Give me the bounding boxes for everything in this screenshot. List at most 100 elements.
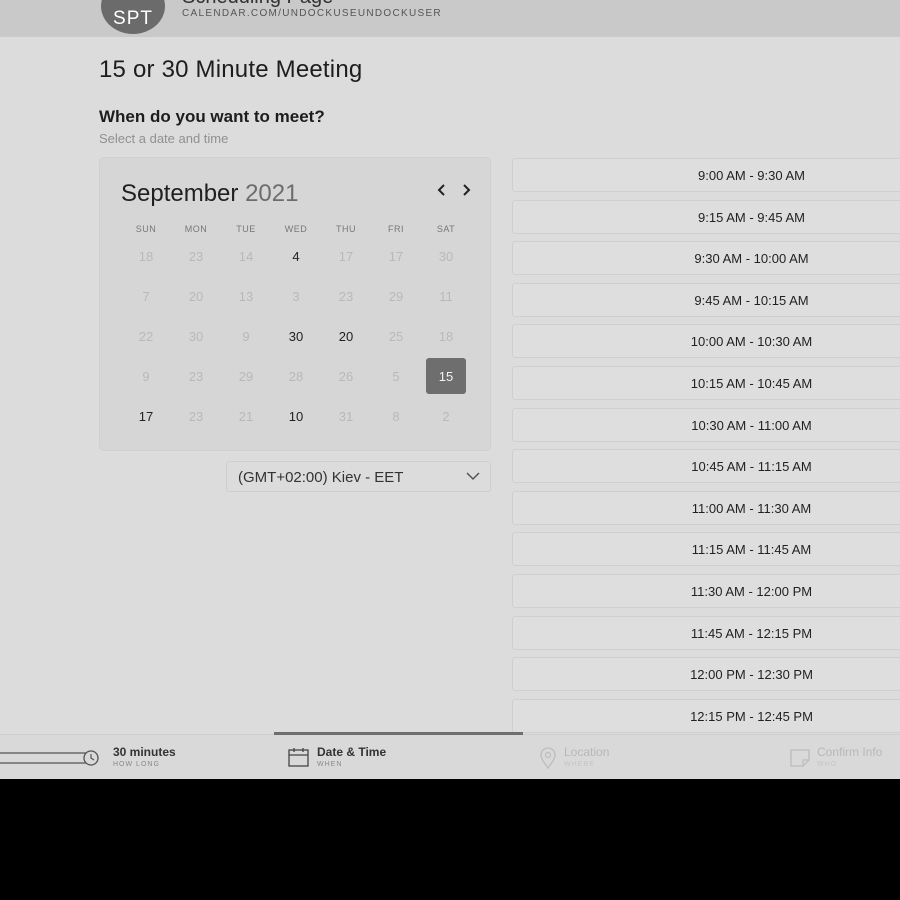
- timezone-select[interactable]: (GMT+02:00) Kiev - EET: [226, 461, 491, 492]
- chevron-right-icon: [463, 184, 471, 196]
- calendar-day[interactable]: 11: [426, 278, 466, 314]
- time-slot-label: 10:45 AM - 11:15 AM: [691, 459, 812, 475]
- step-duration[interactable]: 30 minutes HOW LONG: [0, 735, 200, 779]
- time-slot-button[interactable]: 10:45 AM - 11:15 AM: [512, 449, 900, 484]
- calendar-icon: [288, 748, 309, 767]
- calendar-day[interactable]: 20: [326, 318, 366, 354]
- chevron-left-icon: [437, 184, 445, 196]
- month-title: September 2021: [121, 180, 298, 208]
- time-slot-button[interactable]: 9:00 AM - 9:30 AM: [512, 158, 900, 192]
- weekday-label: SAT: [436, 224, 456, 234]
- timezone-value: (GMT+02:00) Kiev - EET: [238, 469, 404, 486]
- calendar-day[interactable]: 7: [126, 278, 166, 314]
- weekday-label: MON: [184, 224, 208, 234]
- calendar-day[interactable]: 23: [176, 238, 216, 274]
- selected-day[interactable]: 15: [426, 358, 466, 394]
- avatar: SPT: [101, 0, 165, 34]
- calendar-day[interactable]: 25: [376, 318, 416, 354]
- calendar-day[interactable]: 29: [226, 358, 266, 394]
- time-slot-label: 12:00 PM - 12:30 PM: [690, 667, 813, 683]
- time-slot-label: 9:30 AM - 10:00 AM: [694, 251, 809, 267]
- calendar-day[interactable]: 30: [176, 318, 216, 354]
- calendar-day[interactable]: 10: [276, 398, 316, 434]
- page-title: 15 or 30 Minute Meeting: [99, 56, 363, 83]
- calendar-day[interactable]: 17: [326, 238, 366, 274]
- step-location-label: Location: [564, 745, 610, 759]
- calendar-day[interactable]: 9: [226, 318, 266, 354]
- step-confirm-info-sub: WHO: [817, 761, 838, 768]
- calendar-day[interactable]: 28: [276, 358, 316, 394]
- location-pin-icon: [540, 747, 556, 769]
- calendar-day[interactable]: 9: [126, 358, 166, 394]
- step-duration-label: 30 minutes: [113, 745, 176, 759]
- calendar-day[interactable]: 8: [376, 398, 416, 434]
- time-slot-label: 10:00 AM - 10:30 AM: [690, 334, 813, 350]
- calendar-day[interactable]: 3: [276, 278, 316, 314]
- step-location-sub: WHERE: [564, 761, 596, 768]
- time-slot-label: 10:30 AM - 11:00 AM: [691, 417, 812, 433]
- calendar-day[interactable]: 21: [226, 398, 266, 434]
- calendar-day[interactable]: 2: [426, 398, 466, 434]
- time-slot-label: 11:15 AM - 11:45 AM: [691, 542, 812, 558]
- time-slot-button[interactable]: 12:00 PM - 12:30 PM: [512, 657, 900, 692]
- time-slot-button[interactable]: 11:45 AM - 12:15 PM: [512, 615, 900, 650]
- clock-icon: [0, 750, 99, 766]
- time-slot-label: 9:15 AM - 9:45 AM: [698, 209, 805, 225]
- header-bar: SPT Scheduling Page CALENDAR.COM/UNDOCKU…: [0, 0, 900, 37]
- time-slot-label: 11:30 AM - 12:00 PM: [690, 584, 813, 599]
- calendar-day[interactable]: 30: [276, 318, 316, 354]
- calendar-day[interactable]: 29: [376, 278, 416, 314]
- time-slot-button[interactable]: 9:30 AM - 10:00 AM: [512, 241, 900, 276]
- calendar-day[interactable]: 20: [176, 278, 216, 314]
- time-slot-button[interactable]: 10:30 AM - 11:00 AM: [512, 407, 900, 442]
- note-icon: [790, 749, 810, 767]
- weekday-label: TUE: [236, 224, 256, 234]
- date-picker: September 2021 SUN MON TUE WED THU FRI SAT 18 2…: [99, 157, 491, 451]
- weekday-label: THU: [336, 224, 356, 234]
- time-slot-label: 9:45 AM - 10:15 AM: [694, 292, 809, 308]
- calendar-day[interactable]: 23: [176, 358, 216, 394]
- step-date-time[interactable]: Date & Time WHEN: [286, 735, 486, 779]
- time-slot-button[interactable]: 11:15 AM - 11:45 AM: [512, 532, 900, 567]
- scheduling-app: SPT Scheduling Page CALENDAR.COM/UNDOCKU…: [0, 0, 900, 779]
- calendar-day[interactable]: 23: [176, 398, 216, 434]
- time-slot-label: 9:00 AM - 9:30 AM: [698, 168, 805, 183]
- page-url[interactable]: CALENDAR.COM/UNDOCKUSEUNDOCKUSER: [182, 8, 442, 19]
- calendar-day[interactable]: 18: [126, 238, 166, 274]
- calendar-day[interactable]: 18: [426, 318, 466, 354]
- step-bar: 30 minutes HOW LONG Date & Time WHEN Loc…: [0, 732, 900, 779]
- step-confirm-info[interactable]: Confirm Info WHO: [789, 735, 900, 779]
- step-date-time-sub: WHEN: [317, 761, 343, 768]
- weekday-label: FRI: [388, 224, 404, 234]
- time-slot-button[interactable]: 12:15 PM - 12:45 PM: [512, 698, 900, 733]
- weekday-label: SUN: [135, 224, 157, 234]
- section-subtitle: Select a date and time: [99, 131, 229, 146]
- calendar-day[interactable]: 17: [376, 238, 416, 274]
- time-slot-button[interactable]: 11:00 AM - 11:30 AM: [512, 490, 900, 525]
- calendar-day[interactable]: 4: [276, 238, 316, 274]
- calendar-day[interactable]: 14: [226, 238, 266, 274]
- step-duration-sub: HOW LONG: [113, 761, 160, 768]
- time-slot-button[interactable]: 11:30 AM - 12:00 PM: [512, 574, 900, 608]
- calendar-day[interactable]: 13: [226, 278, 266, 314]
- calendar-day[interactable]: 31: [326, 398, 366, 434]
- calendar-day[interactable]: 30: [426, 238, 466, 274]
- calendar-day[interactable]: 17: [126, 398, 166, 434]
- calendar-day[interactable]: 5: [376, 358, 416, 394]
- year: 2021: [245, 180, 299, 207]
- time-slot-label: 11:00 AM - 11:30 AM: [691, 500, 812, 516]
- time-slot-label: 11:45 AM - 12:15 PM: [690, 625, 813, 641]
- next-month-button[interactable]: [458, 182, 474, 198]
- previous-month-button[interactable]: [434, 182, 450, 198]
- time-slot-button[interactable]: 10:15 AM - 10:45 AM: [512, 366, 900, 400]
- step-location[interactable]: Location WHERE: [537, 735, 737, 779]
- step-confirm-info-label: Confirm Info: [817, 745, 883, 759]
- section-heading: When do you want to meet?: [99, 107, 325, 126]
- calendar-day[interactable]: 26: [326, 358, 366, 394]
- time-slot-button[interactable]: 10:00 AM - 10:30 AM: [512, 324, 900, 359]
- time-slot-button[interactable]: 9:15 AM - 9:45 AM: [512, 199, 900, 234]
- weekday-label: WED: [284, 224, 308, 234]
- time-slot-button[interactable]: 9:45 AM - 10:15 AM: [512, 282, 900, 317]
- calendar-day[interactable]: 23: [326, 278, 366, 314]
- calendar-day[interactable]: 22: [126, 318, 166, 354]
